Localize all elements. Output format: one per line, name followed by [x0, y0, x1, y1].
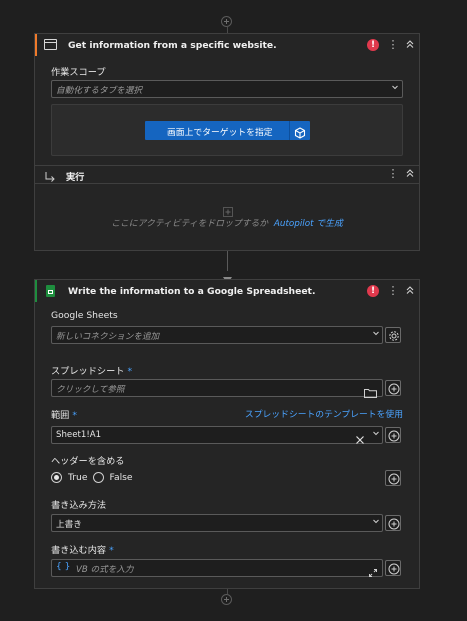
- drop-hint-row: ここにアクティビティをドロップするか Autopilot で生成: [35, 216, 419, 229]
- write-method-dropdown[interactable]: 上書き: [51, 514, 383, 532]
- spreadsheet-add-button[interactable]: [385, 380, 401, 396]
- branch-arrow-icon: [44, 168, 56, 187]
- range-add-button[interactable]: [385, 427, 401, 443]
- radio-false-label: False: [109, 472, 133, 483]
- spreadsheet-placeholder: クリックして参照: [56, 385, 125, 395]
- section-divider-2: [35, 183, 419, 184]
- target-cube-icon: [294, 124, 306, 143]
- radio-true[interactable]: [51, 472, 62, 483]
- run-collapse-icon[interactable]: [404, 168, 416, 181]
- connector-line: [227, 251, 228, 271]
- collapse-icon[interactable]: [404, 39, 416, 52]
- error-icon[interactable]: !: [367, 285, 379, 297]
- clear-icon[interactable]: [355, 430, 365, 449]
- write-method-add-button[interactable]: [385, 515, 401, 531]
- content-add-button[interactable]: [385, 560, 401, 576]
- activity-card-get-information: Get information from a specific website.…: [34, 33, 420, 251]
- target-area: 画面上でターゲットを指定: [51, 104, 403, 156]
- vb-expression-icon: { }: [56, 562, 71, 572]
- run-label: 実行: [66, 172, 85, 183]
- card-header[interactable]: Write the information to a Google Spread…: [35, 280, 419, 304]
- gear-icon: [389, 331, 399, 341]
- content-label-row: 書き込む内容 *: [51, 542, 114, 556]
- connection-settings-button[interactable]: [385, 327, 401, 343]
- scope-placeholder: 自動化するタブを選択: [56, 86, 142, 96]
- card-title: Write the information to a Google Spread…: [68, 286, 316, 297]
- folder-icon[interactable]: [364, 383, 377, 402]
- connection-dropdown[interactable]: 新しいコネクションを追加: [51, 326, 383, 344]
- radio-false[interactable]: [92, 472, 104, 483]
- range-label: 範囲: [51, 410, 70, 421]
- range-value: Sheet1!A1: [56, 430, 102, 440]
- card-header[interactable]: Get information from a specific website.…: [35, 34, 419, 58]
- required-mark: *: [127, 366, 133, 377]
- browser-window-icon: [44, 39, 57, 50]
- collapse-icon[interactable]: [404, 285, 416, 298]
- add-activity-top-icon[interactable]: [221, 16, 232, 27]
- add-activity-bottom-icon[interactable]: [221, 594, 232, 605]
- connection-placeholder: 新しいコネクションを追加: [56, 332, 160, 342]
- scope-label: 作業スコープ: [51, 67, 106, 78]
- button-divider: [289, 121, 290, 140]
- card-title: Get information from a specific website.: [68, 40, 277, 51]
- run-more-options-icon[interactable]: ⋮: [387, 168, 399, 180]
- range-label-row: 範囲 *: [51, 407, 77, 421]
- write-method-value: 上書き: [56, 520, 82, 530]
- plus-circle-icon: [388, 473, 400, 485]
- chevron-down-icon[interactable]: [371, 429, 381, 441]
- more-options-icon[interactable]: ⋮: [387, 285, 399, 297]
- spreadsheet-field[interactable]: クリックして参照: [51, 379, 383, 398]
- scope-dropdown[interactable]: 自動化するタブを選択: [51, 80, 403, 98]
- spreadsheet-label-row: スプレッドシート *: [51, 363, 132, 377]
- content-label: 書き込む内容: [51, 545, 107, 556]
- header-add-button[interactable]: [385, 470, 401, 486]
- plus-circle-icon: [388, 518, 400, 530]
- chevron-down-icon: [371, 517, 381, 529]
- plus-circle-icon: [388, 563, 400, 575]
- plus-circle-icon: [388, 430, 400, 442]
- expand-icon[interactable]: [368, 563, 378, 582]
- connection-label: Google Sheets: [51, 310, 118, 321]
- range-field[interactable]: Sheet1!A1: [51, 426, 383, 444]
- required-mark: *: [72, 410, 77, 421]
- content-placeholder: VB の式を入力: [76, 565, 134, 575]
- chevron-down-icon: [371, 329, 381, 341]
- radio-true-label: True: [68, 472, 88, 483]
- chevron-down-icon: [390, 83, 400, 95]
- header-radio-group: True False: [51, 472, 133, 483]
- required-mark: *: [109, 545, 114, 556]
- plus-circle-icon: [388, 383, 400, 395]
- autopilot-link[interactable]: Autopilot で生成: [274, 219, 343, 229]
- spreadsheet-label: スプレッドシート: [51, 366, 125, 377]
- activity-card-write-spreadsheet: Write the information to a Google Spread…: [34, 279, 420, 589]
- error-icon[interactable]: !: [367, 39, 379, 51]
- write-method-label: 書き込み方法: [51, 500, 107, 511]
- content-expression-field[interactable]: { } VB の式を入力: [51, 559, 383, 577]
- more-options-icon[interactable]: ⋮: [387, 39, 399, 51]
- header-label: ヘッダーを含める: [51, 456, 125, 467]
- indicate-target-label: 画面上でターゲットを指定: [167, 128, 273, 138]
- indicate-target-button[interactable]: 画面上でターゲットを指定: [145, 121, 310, 140]
- google-sheets-icon: [46, 285, 55, 297]
- section-divider: [35, 165, 419, 166]
- template-link[interactable]: スプレッドシートのテンプレートを使用: [245, 407, 403, 420]
- drop-hint-text: ここにアクティビティをドロップするか: [111, 219, 269, 229]
